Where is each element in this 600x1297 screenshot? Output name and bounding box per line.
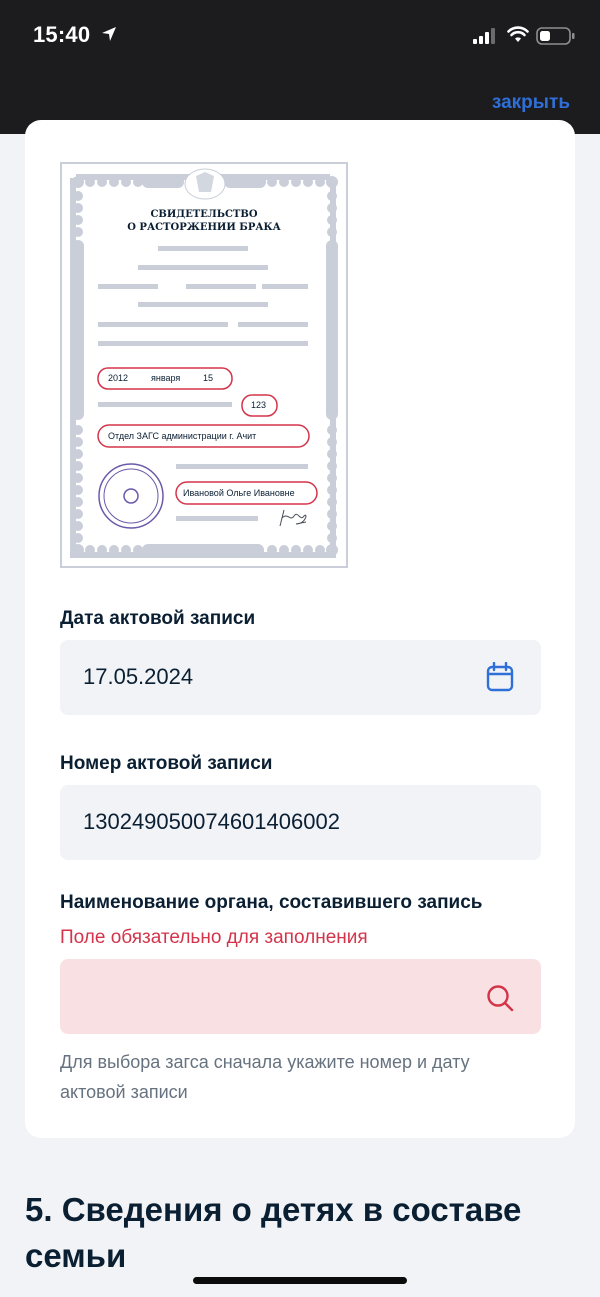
calendar-icon[interactable] bbox=[486, 662, 514, 692]
certificate-office: Отдел ЗАГС администрации г. Ачит bbox=[108, 431, 257, 441]
certificate-illustration: СВИДЕТЕЛЬСТВО О РАСТОРЖЕНИИ БРАКА 2012 я… bbox=[60, 162, 348, 568]
certificate-record-number: 123 bbox=[251, 400, 267, 410]
authority-error-text: Поле обязательно для заполнения bbox=[60, 927, 368, 948]
status-bar: 15:40 bbox=[0, 0, 600, 72]
authority-label: Наименование органа, составившего запись bbox=[60, 892, 483, 913]
certificate-day: 15 bbox=[203, 373, 214, 383]
record-date-label: Дата актовой записи bbox=[60, 608, 256, 629]
certificate-year: 2012 bbox=[108, 373, 129, 383]
search-icon[interactable] bbox=[485, 983, 515, 1013]
authority-search-field[interactable] bbox=[60, 959, 541, 1034]
wifi-icon bbox=[507, 26, 529, 42]
close-button[interactable]: закрыть bbox=[492, 92, 570, 114]
record-number-field[interactable]: 130249050074601406002 bbox=[60, 785, 541, 860]
record-date-field[interactable]: 17.05.2024 bbox=[60, 640, 541, 715]
certificate-title: СВИДЕТЕЛЬСТВО О РАСТОРЖЕНИИ БРАКА bbox=[62, 208, 346, 234]
record-date-value[interactable]: 17.05.2024 bbox=[83, 664, 193, 690]
authority-hint: Для выбора загса сначала укажите номер и… bbox=[60, 1052, 470, 1102]
section-title-children: 5. Сведения о детях в составе семьи bbox=[25, 1191, 522, 1274]
cellular-signal-icon bbox=[473, 28, 495, 44]
certificate-recipient: Ивановой Ольге Ивановне bbox=[183, 488, 295, 498]
record-number-value[interactable]: 130249050074601406002 bbox=[83, 809, 340, 835]
status-time: 15:40 bbox=[33, 22, 91, 47]
location-arrow-icon bbox=[102, 27, 116, 41]
certificate-title-line1: СВИДЕТЕЛЬСТВО bbox=[150, 209, 258, 220]
certificate-month: января bbox=[151, 373, 181, 383]
certificate-title-line2: О РАСТОРЖЕНИИ БРАКА bbox=[127, 222, 281, 233]
record-number-label: Номер актовой записи bbox=[60, 753, 273, 774]
home-indicator[interactable] bbox=[193, 1277, 407, 1284]
battery-icon bbox=[536, 27, 575, 45]
